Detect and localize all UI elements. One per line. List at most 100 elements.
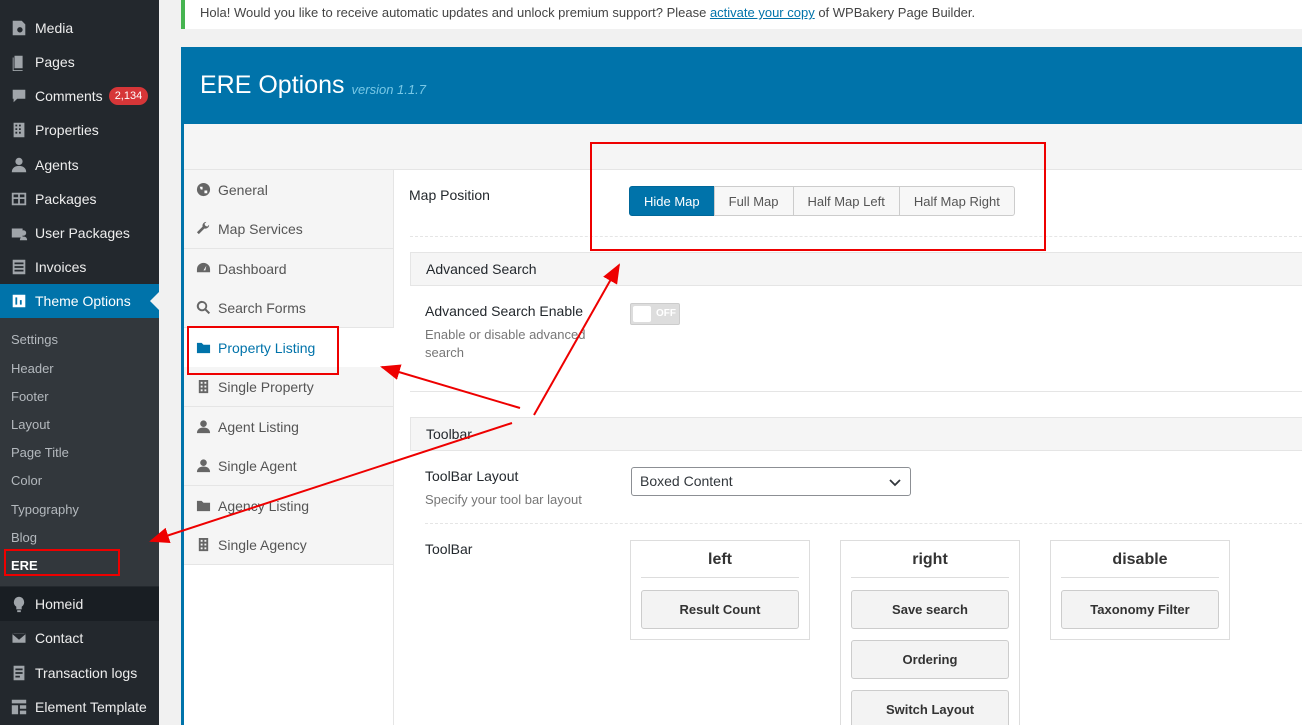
sorter-column-disable: disable Taxonomy Filter (1050, 540, 1230, 640)
sidebar-item-label: Theme Options (35, 293, 131, 309)
user-icon (196, 419, 218, 434)
pages-icon (0, 53, 35, 71)
invoices-icon (0, 258, 35, 276)
sidebar-item-label: Homeid (35, 596, 84, 612)
activate-link[interactable]: activate your copy (710, 5, 815, 20)
admin-sidebar: Media Pages Comments 2,134 Properties Ag… (0, 0, 159, 725)
sidebar-item-label: Properties (35, 122, 99, 138)
ere-options-nav: General Map Services Dashboard Search Fo… (184, 170, 395, 725)
properties-icon (0, 121, 35, 139)
nav-label: Agent Listing (218, 418, 299, 435)
sidebar-item-label: Transaction logs (35, 665, 138, 681)
submenu-item-page-title[interactable]: Page Title (11, 445, 69, 460)
sidebar-item-label: User Packages (35, 225, 130, 241)
sidebar-item-packages[interactable]: Packages (0, 182, 159, 216)
theme-options-submenu: Settings Header Footer Layout Page Title… (0, 318, 159, 586)
wrench-icon (196, 221, 218, 236)
nav-item-map-services[interactable]: Map Services (184, 209, 393, 249)
building-icon (196, 537, 218, 552)
version-label: version 1.1.7 (351, 82, 426, 97)
submenu-item-color[interactable]: Color (11, 473, 42, 488)
comment-count-badge: 2,134 (108, 87, 149, 105)
sorter-column-title: left (641, 551, 799, 578)
sidebar-item-properties[interactable]: Properties (0, 113, 159, 147)
nav-label: Single Agency (218, 536, 307, 553)
sidebar-item-label: Element Template (35, 699, 147, 715)
submenu-item-blog[interactable]: Blog (11, 530, 37, 545)
advanced-search-desc-line2: search (425, 345, 465, 360)
notice-text: Hola! Would you like to receive automati… (200, 5, 710, 20)
sorter-column-right: right Save search Ordering Switch Layout (840, 540, 1020, 725)
toggle-knob (633, 306, 651, 322)
nav-item-general[interactable]: General (184, 170, 393, 210)
sidebar-item-label: Packages (35, 191, 97, 207)
submenu-item-footer[interactable]: Footer (11, 389, 49, 404)
sidebar-item-transaction-logs[interactable]: Transaction logs (0, 656, 159, 690)
folder-icon (196, 498, 218, 513)
globe-icon (196, 182, 218, 197)
dashboard-icon (196, 261, 218, 276)
nav-item-agency-listing[interactable]: Agency Listing (184, 486, 393, 526)
transaction-logs-icon (0, 664, 35, 682)
sidebar-item-element-template[interactable]: Element Template (0, 690, 159, 724)
submenu-item-typography[interactable]: Typography (11, 502, 79, 517)
theme-options-icon (0, 292, 35, 310)
user-packages-icon (0, 224, 35, 242)
nav-item-dashboard[interactable]: Dashboard (184, 249, 393, 289)
select-value: Boxed Content (640, 473, 733, 489)
nav-label: Single Property (218, 378, 314, 395)
submenu-item-layout[interactable]: Layout (11, 417, 50, 432)
nav-item-agent-listing[interactable]: Agent Listing (184, 407, 393, 447)
page-title: ERE Options (200, 71, 345, 99)
advanced-search-desc-line1: Enable or disable advanced (425, 327, 586, 342)
ordering-item[interactable]: Ordering (851, 640, 1009, 679)
sidebar-item-pages[interactable]: Pages (0, 45, 159, 79)
nav-item-single-agent[interactable]: Single Agent (184, 446, 393, 486)
nav-label: Dashboard (218, 260, 287, 277)
sidebar-item-invoices[interactable]: Invoices (0, 250, 159, 284)
sidebar-item-comments[interactable]: Comments 2,134 (0, 79, 159, 113)
divider (425, 523, 1302, 524)
nav-label: Single Agent (218, 457, 297, 474)
toolbar-section-heading: Toolbar (410, 417, 1302, 451)
annotation-box-property-listing (187, 326, 339, 375)
user-icon (196, 458, 218, 473)
agents-icon (0, 156, 35, 174)
nav-label: Map Services (218, 220, 303, 237)
nav-label: General (218, 181, 268, 198)
chevron-down-icon (889, 479, 901, 487)
sidebar-item-label: Invoices (35, 259, 87, 275)
search-icon (196, 300, 218, 315)
result-count-item[interactable]: Result Count (641, 590, 799, 629)
envelope-icon (0, 629, 35, 647)
save-search-item[interactable]: Save search (851, 590, 1009, 629)
toolbar-layout-select[interactable]: Boxed Content (631, 467, 911, 496)
comments-icon (0, 87, 35, 105)
submenu-item-header[interactable]: Header (11, 361, 54, 376)
lightbulb-icon (0, 595, 35, 613)
nav-label: Agency Listing (218, 497, 310, 514)
ere-options-header: ERE Options version 1.1.7 (181, 47, 1302, 124)
annotation-box-ere (4, 549, 120, 576)
nav-item-single-agency[interactable]: Single Agency (184, 525, 393, 565)
sidebar-item-user-packages[interactable]: User Packages (0, 216, 159, 250)
taxonomy-filter-item[interactable]: Taxonomy Filter (1061, 590, 1219, 629)
sidebar-item-label: Media (35, 20, 74, 36)
advanced-search-toggle[interactable]: OFF (630, 303, 680, 325)
packages-icon (0, 190, 35, 208)
sidebar-item-agents[interactable]: Agents (0, 148, 159, 182)
toolbar-layout-desc: Specify your tool bar layout (425, 492, 582, 507)
annotation-box-map-position (590, 142, 1046, 251)
sidebar-item-contact[interactable]: Contact (0, 621, 159, 655)
sorter-column-title: right (851, 551, 1009, 578)
element-template-icon (0, 698, 35, 716)
sidebar-item-homeid[interactable]: Homeid (0, 587, 159, 621)
map-position-label: Map Position (409, 187, 490, 203)
switch-layout-item[interactable]: Switch Layout (851, 690, 1009, 725)
toolbar-layout-label: ToolBar Layout (425, 468, 519, 484)
toggle-state-label: OFF (656, 308, 676, 319)
sidebar-item-media[interactable]: Media (0, 11, 159, 45)
submenu-item-settings[interactable]: Settings (11, 332, 58, 347)
nav-item-search-forms[interactable]: Search Forms (184, 288, 393, 328)
sidebar-item-theme-options[interactable]: Theme Options (0, 284, 159, 318)
